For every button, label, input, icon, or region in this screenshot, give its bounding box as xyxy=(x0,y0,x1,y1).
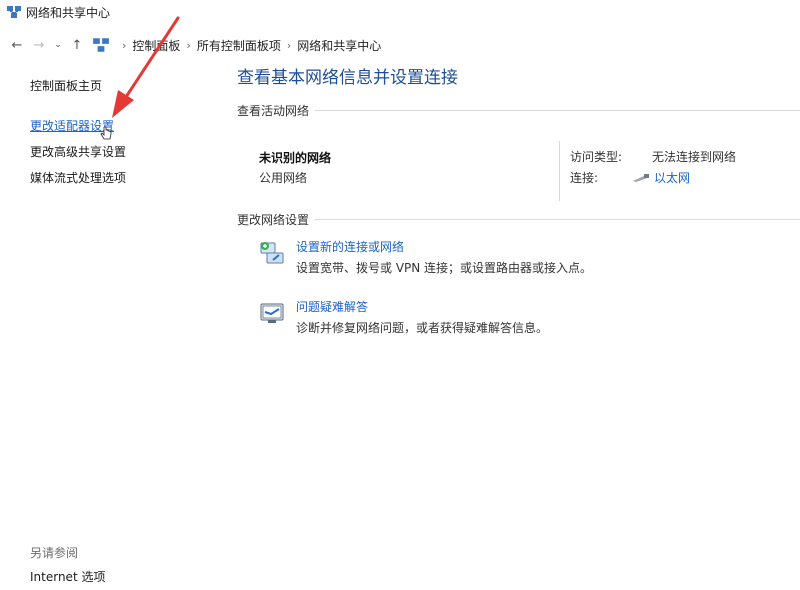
page-title: 查看基本网络信息并设置连接 xyxy=(237,68,458,88)
chevron-right-icon[interactable]: › xyxy=(122,39,126,52)
connection-link[interactable]: 以太网 xyxy=(632,169,690,186)
section-label: 更改网络设置 xyxy=(237,213,310,227)
breadcrumb: › 控制面板 › 所有控制面板项 › 网络和共享中心 xyxy=(92,36,381,54)
back-arrow-icon: ← xyxy=(11,37,23,53)
up-arrow-icon: ↑ xyxy=(71,37,83,53)
sidebar-item-advanced-sharing[interactable]: 更改高级共享设置 xyxy=(30,144,220,160)
hand-cursor-icon xyxy=(100,126,112,140)
sidebar-item-home[interactable]: 控制面板主页 xyxy=(30,78,220,94)
control-panel-icon xyxy=(93,38,109,52)
network-setup-icon xyxy=(260,242,284,264)
up-button[interactable]: ↑ xyxy=(66,34,88,56)
task-description: 诊断并修复网络问题，或者获得疑难解答信息。 xyxy=(296,321,549,335)
task-description: 设置宽带、拨号或 VPN 连接；或设置路由器或接入点。 xyxy=(296,261,593,275)
recent-locations-button[interactable]: ⌄ xyxy=(50,34,66,56)
access-type-value: 无法连接到网络 xyxy=(652,150,737,164)
breadcrumb-all-items[interactable]: 所有控制面板项 xyxy=(197,37,281,54)
access-type-label: 访问类型: xyxy=(570,150,623,164)
sidebar-item-media-streaming[interactable]: 媒体流式处理选项 xyxy=(30,170,220,186)
see-also-heading: 另请参阅 xyxy=(30,546,79,560)
connection-label: 连接: xyxy=(570,171,599,185)
network-center-icon xyxy=(7,6,21,18)
window-title: 网络和共享中心 xyxy=(26,5,111,20)
breadcrumb-network-center[interactable]: 网络和共享中心 xyxy=(297,37,381,54)
forward-arrow-icon: → xyxy=(33,37,45,53)
main-content: 查看基本网络信息并设置连接 查看活动网络 未识别的网络 公用网络 访问类型: 无… xyxy=(237,66,800,356)
task-new-connection: 设置新的连接或网络 设置宽带、拨号或 VPN 连接；或设置路由器或接入点。 xyxy=(237,236,800,296)
active-network-section: 查看活动网络 xyxy=(237,102,800,119)
active-network-panel: 未识别的网络 公用网络 访问类型: 无法连接到网络 连接: 以太网 xyxy=(237,119,800,203)
task-troubleshoot: 问题疑难解答 诊断并修复网络问题，或者获得疑难解答信息。 xyxy=(237,296,800,356)
back-button[interactable]: ← xyxy=(6,34,28,56)
breadcrumb-control-panel[interactable]: 控制面板 xyxy=(132,37,180,54)
network-type-link[interactable]: 公用网络 xyxy=(259,169,307,186)
chevron-right-icon[interactable]: › xyxy=(186,39,190,52)
sidebar: 控制面板主页 更改适配器设置 更改高级共享设置 媒体流式处理选项 xyxy=(30,78,220,196)
setup-connection-link[interactable]: 设置新的连接或网络 xyxy=(296,238,404,255)
section-label: 查看活动网络 xyxy=(237,104,310,118)
ethernet-icon xyxy=(633,173,649,182)
sidebar-item-internet-options[interactable]: Internet 选项 xyxy=(30,568,105,585)
sidebar-item-adapter-settings[interactable]: 更改适配器设置 xyxy=(30,118,220,134)
title-bar: 网络和共享中心 xyxy=(0,0,800,24)
change-network-section: 更改网络设置 xyxy=(237,211,800,228)
troubleshoot-icon xyxy=(260,303,284,323)
connection-name: 以太网 xyxy=(654,171,691,185)
chevron-right-icon[interactable]: › xyxy=(287,39,291,52)
divider xyxy=(315,219,800,220)
divider xyxy=(315,110,800,111)
address-bar: ← → ⌄ ↑ › 控制面板 › 所有控制面板项 › 网络和共享中心 xyxy=(0,30,800,60)
troubleshoot-link[interactable]: 问题疑难解答 xyxy=(296,298,368,315)
chevron-down-icon: ⌄ xyxy=(54,40,62,50)
divider xyxy=(559,141,560,201)
forward-button[interactable]: → xyxy=(28,34,50,56)
network-name: 未识别的网络 xyxy=(259,151,332,165)
